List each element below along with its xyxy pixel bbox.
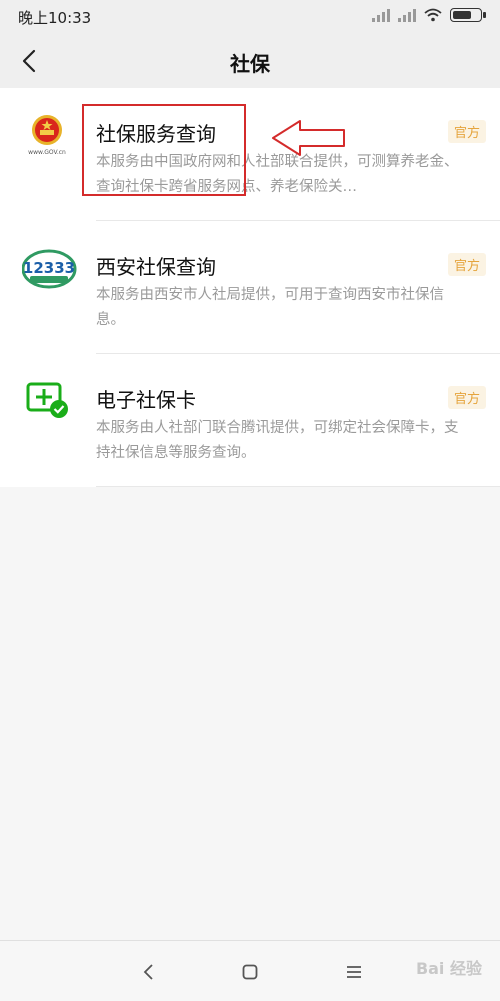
status-bar: 晚上10:33	[0, 0, 500, 34]
list-item-electronic-card[interactable]: 电子社保卡 本服务由人社部门联合腾讯提供，可绑定社会保障卡，支持社保信息等服务查…	[0, 354, 500, 487]
nav-home-button[interactable]	[237, 959, 263, 985]
page-title: 社保	[230, 52, 270, 76]
signal-2-icon	[398, 8, 416, 22]
service-list: www.GOV.cn 社保服务查询 本服务由中国政府网和人社部联合提供，可测算养…	[0, 88, 500, 487]
status-time: 晚上10:33	[18, 9, 92, 27]
official-badge: 官方	[447, 386, 486, 409]
list-item-social-security-query[interactable]: www.GOV.cn 社保服务查询 本服务由中国政府网和人社部联合提供，可测算养…	[0, 88, 500, 221]
app-header: 社保	[0, 34, 500, 89]
item-description: 本服务由西安市人社局提供，可用于查询西安市社保信息。	[96, 287, 444, 328]
social-security-card-icon	[22, 376, 72, 426]
12333-logo-icon: 12333	[21, 243, 77, 293]
nav-back-icon	[143, 964, 153, 980]
nav-menu-button[interactable]	[341, 959, 367, 985]
battery-icon	[450, 8, 486, 22]
watermark: Bai 经验	[415, 959, 482, 978]
status-icons	[372, 8, 486, 22]
svg-text:www.GOV.cn: www.GOV.cn	[28, 149, 66, 156]
annotation-highlight-box	[82, 104, 246, 196]
item-title: 电子社保卡	[96, 388, 196, 412]
wifi-icon	[424, 8, 442, 22]
item-description: 本服务由人社部门联合腾讯提供，可绑定社会保障卡，支持社保信息等服务查询。	[96, 420, 459, 461]
official-badge: 官方	[447, 253, 486, 276]
divider	[96, 486, 500, 487]
svg-text:12333: 12333	[23, 259, 75, 277]
nav-back-button[interactable]	[135, 959, 161, 985]
list-item-xian-social-security-query[interactable]: 12333 西安社保查询 本服务由西安市人社局提供，可用于查询西安市社保信息。 …	[0, 221, 500, 354]
official-badge: 官方	[447, 120, 486, 143]
item-title: 西安社保查询	[96, 255, 216, 279]
gov-emblem-icon: www.GOV.cn	[22, 110, 72, 160]
annotation-arrow-icon	[272, 120, 345, 156]
nav-home-icon	[242, 964, 258, 980]
signal-icon	[372, 8, 390, 22]
system-nav-bar: Bai 经验	[0, 940, 500, 1001]
menu-icon	[347, 966, 361, 978]
